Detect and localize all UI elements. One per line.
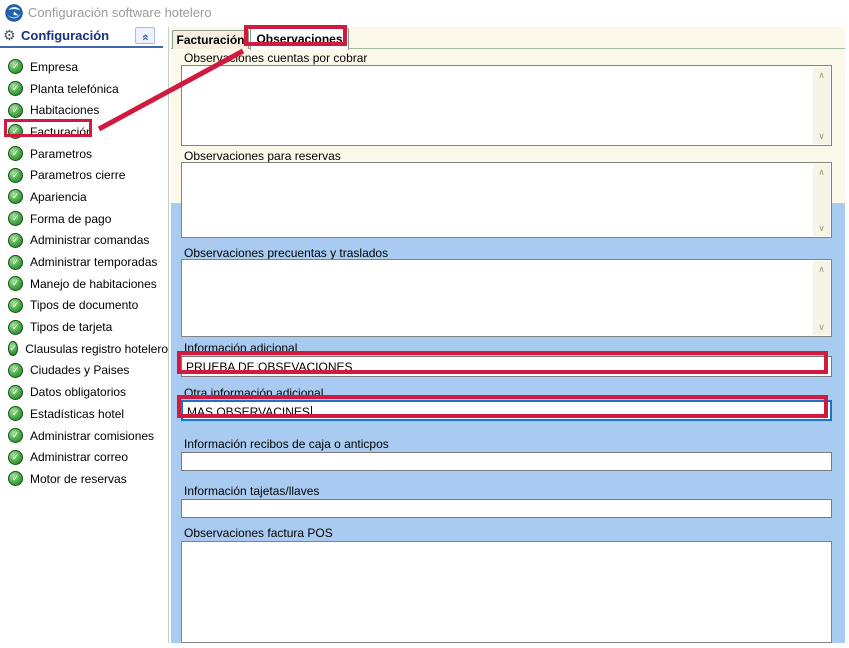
check-icon: ✓ (8, 211, 23, 226)
configuration-window: Configuración software hotelero ⚙ Config… (0, 0, 849, 648)
sidebar-collapse-button[interactable]: « (135, 27, 155, 44)
label-informacion-recibos-de-caja: Información recibos de caja o anticpos (184, 437, 389, 451)
check-icon: ✓ (8, 363, 23, 378)
check-icon: ✓ (8, 385, 23, 400)
sidebar-item-tipos-de-documento[interactable]: ✓Tipos de documento (0, 295, 168, 317)
tab-observaciones[interactable]: Observaciones (250, 28, 349, 50)
sidebar-item-empresa[interactable]: ✓Empresa (0, 56, 168, 78)
sidebar-item-administrar-correo[interactable]: ✓Administrar correo (0, 446, 168, 468)
check-icon: ✓ (8, 124, 23, 139)
sidebar-title: Configuración (21, 28, 109, 43)
label-observaciones-para-reservas: Observaciones para reservas (184, 149, 341, 163)
chevron-double-up-icon: « (138, 34, 153, 41)
scrollbar[interactable]: ∧ ∨ (813, 67, 830, 144)
sidebar-item-parametros[interactable]: ✓Parametros (0, 143, 168, 165)
textarea-observaciones-para-reservas[interactable]: ∧ ∨ (181, 162, 832, 238)
sidebar-item-ciudades-y-paises[interactable]: ✓Ciudades y Paises (0, 360, 168, 382)
sidebar-header-divider (0, 46, 163, 48)
scroll-down-icon[interactable]: ∨ (813, 129, 830, 143)
main-panel: Facturación Observaciones Observaciones … (171, 27, 845, 643)
input-informacion-tarjetas-llaves[interactable] (181, 499, 832, 518)
sidebar-item-parametros-cierre[interactable]: ✓Parametros cierre (0, 164, 168, 186)
window-title: Configuración software hotelero (28, 5, 212, 20)
sidebar-item-apariencia[interactable]: ✓Apariencia (0, 186, 168, 208)
sidebar-item-estadisticas-hotel[interactable]: ✓Estadísticas hotel (0, 403, 168, 425)
check-icon: ✓ (8, 146, 23, 161)
check-icon: ✓ (8, 189, 23, 204)
check-icon: ✓ (8, 168, 23, 183)
sidebar-item-administrar-comisiones[interactable]: ✓Administrar comisiones (0, 425, 168, 447)
sidebar-items: ✓Empresa ✓Planta telefónica ✓Habitacione… (0, 56, 168, 490)
sidebar-item-clausulas-registro-hotelero[interactable]: ✓Clausulas registro hotelero (0, 338, 168, 360)
label-observaciones-precuentas-y-traslados: Observaciones precuentas y traslados (184, 246, 388, 260)
sidebar-item-motor-de-reservas[interactable]: ✓Motor de reservas (0, 468, 168, 490)
sidebar: ⚙ Configuración « ✓Empresa ✓Planta telef… (0, 27, 168, 648)
check-icon: ✓ (8, 298, 23, 313)
scroll-down-icon[interactable]: ∨ (813, 320, 830, 334)
sidebar-item-administrar-comandas[interactable]: ✓Administrar comandas (0, 230, 168, 252)
sidebar-item-tipos-de-tarjeta[interactable]: ✓Tipos de tarjeta (0, 316, 168, 338)
check-icon: ✓ (8, 450, 23, 465)
gear-icon: ⚙ (3, 27, 16, 43)
check-icon: ✓ (8, 406, 23, 421)
scroll-up-icon[interactable]: ∧ (813, 68, 830, 82)
sidebar-item-datos-obligatorios[interactable]: ✓Datos obligatorios (0, 381, 168, 403)
input-otra-informacion-adicional[interactable]: MAS OBSERVACINES (181, 400, 832, 421)
check-icon: ✓ (8, 341, 18, 356)
check-icon: ✓ (8, 255, 23, 270)
label-otra-informacion-adicional: Otra información adicional (184, 386, 323, 400)
check-icon: ✓ (8, 471, 23, 486)
input-informacion-adicional[interactable]: PRUEBA DE OBSEVACIONES (181, 356, 832, 377)
sidebar-item-habitaciones[interactable]: ✓Habitaciones (0, 99, 168, 121)
label-observaciones-cuentas-por-cobrar: Observaciones cuentas por cobrar (184, 51, 367, 65)
sidebar-item-administrar-temporadas[interactable]: ✓Administrar temporadas (0, 251, 168, 273)
text-caret (311, 406, 312, 418)
check-icon: ✓ (8, 276, 23, 291)
sidebar-header: ⚙ Configuración « (0, 27, 163, 46)
label-informacion-tarjetas-llaves: Información tajetas/llaves (184, 484, 319, 498)
input-informacion-recibos-de-caja[interactable] (181, 452, 832, 471)
label-observaciones-factura-pos: Observaciones factura POS (184, 526, 333, 540)
scrollbar[interactable]: ∧ ∨ (813, 164, 830, 236)
scroll-up-icon[interactable]: ∧ (813, 165, 830, 179)
sidebar-item-forma-de-pago[interactable]: ✓Forma de pago (0, 208, 168, 230)
scrollbar[interactable]: ∧ ∨ (813, 261, 830, 335)
sidebar-item-planta-telefonica[interactable]: ✓Planta telefónica (0, 78, 168, 100)
check-icon: ✓ (8, 103, 23, 118)
scroll-down-icon[interactable]: ∨ (813, 221, 830, 235)
tab-facturacion[interactable]: Facturación (172, 30, 249, 49)
sidebar-main-divider (168, 27, 169, 643)
check-icon: ✓ (8, 233, 23, 248)
check-icon: ✓ (8, 81, 23, 96)
check-icon: ✓ (8, 59, 23, 74)
scroll-up-icon[interactable]: ∧ (813, 262, 830, 276)
app-logo-icon (5, 4, 23, 22)
check-icon: ✓ (8, 320, 23, 335)
sidebar-item-manejo-de-habitaciones[interactable]: ✓Manejo de habitaciones (0, 273, 168, 295)
textarea-observaciones-factura-pos[interactable] (181, 541, 832, 643)
label-informacion-adicional: Información adicional (184, 341, 297, 355)
textarea-observaciones-cuentas-por-cobrar[interactable]: ∧ ∨ (181, 65, 832, 146)
sidebar-item-facturacion[interactable]: ✓Facturación (0, 121, 168, 143)
textarea-observaciones-precuentas-y-traslados[interactable]: ∧ ∨ (181, 259, 832, 337)
window-title-bar: Configuración software hotelero (0, 0, 849, 26)
check-icon: ✓ (8, 428, 23, 443)
